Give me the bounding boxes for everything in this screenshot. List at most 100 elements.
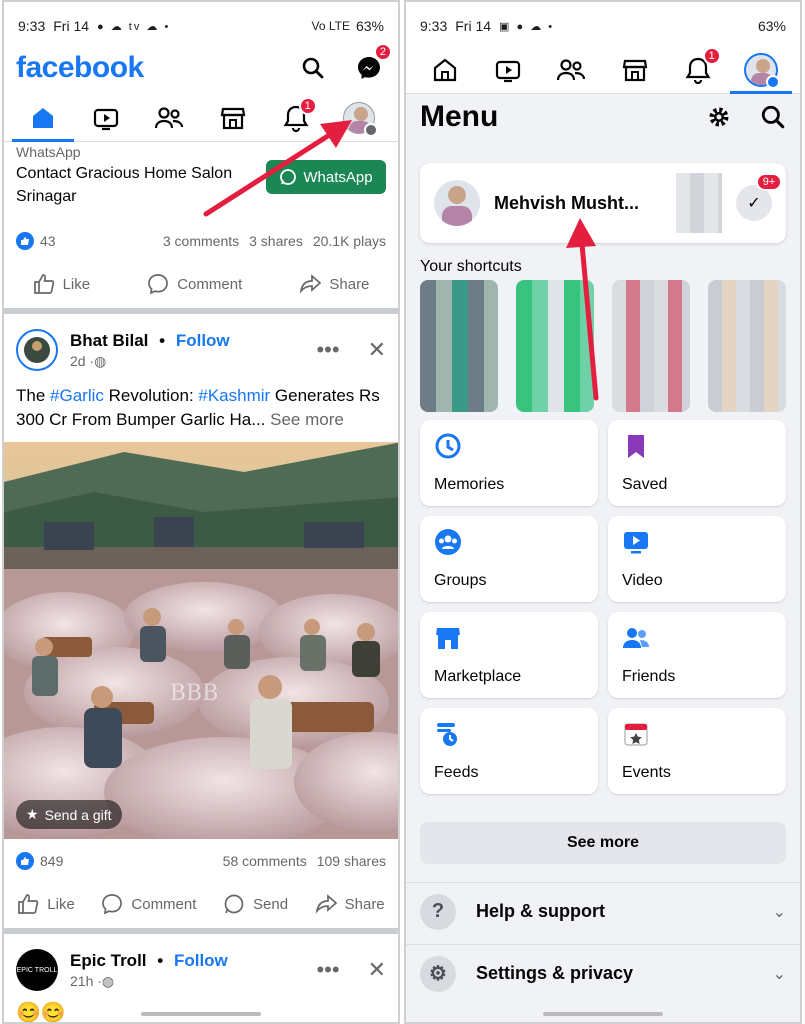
- search-icon[interactable]: [760, 104, 786, 130]
- ad-like-count[interactable]: 43: [40, 233, 56, 249]
- hashtag-kashmir[interactable]: #Kashmir: [198, 386, 270, 405]
- close-icon[interactable]: ✕: [368, 337, 386, 363]
- tab-menu[interactable]: [334, 95, 384, 141]
- status-day: Fri 14: [53, 18, 90, 34]
- post-comment-button[interactable]: Comment: [101, 893, 196, 915]
- tile-friends[interactable]: Friends: [608, 612, 786, 698]
- post-text: The #Garlic Revolution: #Kashmir Generat…: [16, 384, 386, 432]
- tile-video[interactable]: Video: [608, 516, 786, 602]
- author-avatar[interactable]: [16, 329, 58, 371]
- tab-video[interactable]: [81, 95, 131, 141]
- settings-privacy-row[interactable]: ⚙ Settings & privacy ⌄: [406, 944, 800, 1002]
- tab-marketplace[interactable]: [610, 47, 660, 93]
- help-support-label: Help & support: [476, 901, 605, 921]
- tile-label: Memories: [434, 476, 505, 493]
- tile-label: Video: [622, 572, 663, 589]
- tab-marketplace[interactable]: [208, 95, 258, 141]
- post2-author-name[interactable]: Epic Troll: [70, 951, 147, 970]
- menu-icon: [765, 74, 780, 89]
- shortcuts-row: [420, 280, 786, 412]
- see-more-link[interactable]: See more: [270, 410, 344, 429]
- follow-button[interactable]: Follow: [176, 331, 230, 350]
- profile-card[interactable]: Mehvish Musht... ✓ 9+: [420, 163, 786, 243]
- tab-notifications[interactable]: 1: [673, 46, 723, 93]
- friends-icon: [623, 628, 649, 648]
- ad-comments-count[interactable]: 3 comments: [163, 233, 239, 249]
- menu-icon: [363, 122, 378, 137]
- facebook-logo: facebook: [16, 51, 144, 84]
- tile-groups[interactable]: Groups: [420, 516, 598, 602]
- garlic-market-image: BBB: [4, 442, 398, 839]
- whatsapp-cta-button[interactable]: WhatsApp: [266, 160, 386, 194]
- tab-notifications[interactable]: 1: [271, 95, 321, 141]
- send-gift-button[interactable]: ★ Send a gift: [16, 800, 122, 829]
- tab-menu[interactable]: [729, 47, 792, 94]
- messenger-button[interactable]: 2: [352, 43, 392, 85]
- page-title: Menu: [420, 100, 499, 133]
- gift-icon: ★: [26, 806, 39, 822]
- tile-feeds[interactable]: Feeds: [420, 708, 598, 794]
- photo-watermark: BBB: [170, 681, 219, 706]
- gear-icon[interactable]: [706, 104, 732, 130]
- more-options-icon[interactable]: •••: [316, 337, 339, 363]
- switch-profile-button[interactable]: ✓ 9+: [736, 173, 782, 221]
- close-icon[interactable]: ✕: [368, 957, 386, 983]
- post-photo[interactable]: BBB ★ Send a gift: [4, 442, 398, 839]
- post2-time[interactable]: 21h: [70, 973, 93, 989]
- feeds-icon: [437, 723, 457, 746]
- whatsapp-send-icon: [224, 894, 244, 914]
- top-header: facebook 2: [16, 43, 392, 88]
- post-comments-count[interactable]: 58 comments: [223, 853, 307, 869]
- globe-icon: ·◍: [89, 352, 107, 369]
- tile-label: Feeds: [434, 764, 479, 781]
- tile-events[interactable]: Events: [608, 708, 786, 794]
- more-options-icon[interactable]: •••: [316, 957, 339, 983]
- post-comment-label: Comment: [131, 895, 197, 913]
- tab-home[interactable]: [12, 95, 74, 142]
- tile-memories[interactable]: Memories: [420, 420, 598, 506]
- see-more-button[interactable]: See more: [420, 822, 786, 864]
- ad-stats: 43 3 comments 3 shares 20.1K plays: [16, 230, 386, 252]
- shortcut-item[interactable]: [420, 280, 498, 412]
- shortcut-item[interactable]: [708, 280, 786, 412]
- comment-label: Comment: [177, 275, 243, 293]
- hashtag-garlic[interactable]: #Garlic: [50, 386, 104, 405]
- comment-button[interactable]: Comment: [147, 273, 242, 295]
- tile-label: Events: [622, 764, 671, 781]
- marketplace-icon: [220, 107, 245, 129]
- video-icon: [94, 108, 119, 130]
- home-indicator: [141, 1012, 261, 1016]
- post2-follow-button[interactable]: Follow: [174, 951, 228, 970]
- marketplace-icon: [436, 628, 460, 649]
- post-share-button[interactable]: Share: [315, 893, 385, 915]
- share-button[interactable]: Share: [299, 273, 369, 295]
- tab-friends[interactable]: [546, 47, 596, 93]
- thumbs-up-icon: [33, 274, 54, 294]
- profile-card-avatar: [434, 180, 480, 226]
- search-icon: [302, 57, 324, 79]
- post-time[interactable]: 2d: [70, 353, 86, 369]
- screenshot-comparison: 9:33 Fri 14 ● ☁ tv ☁ • Vo LTE 63% facebo…: [0, 0, 805, 1024]
- post-author-name[interactable]: Bhat Bilal: [70, 331, 148, 350]
- globe-icon: ·◍: [97, 972, 115, 989]
- post-like-button[interactable]: Like: [17, 893, 75, 915]
- tab-video[interactable]: [483, 47, 533, 93]
- tab-home[interactable]: [420, 47, 470, 93]
- search-button[interactable]: [296, 51, 330, 85]
- post2-author-avatar[interactable]: EPIC TROLL: [16, 949, 58, 991]
- post-like-count[interactable]: 849: [40, 853, 63, 869]
- profile-badge: 9+: [756, 173, 782, 191]
- post-shares-count[interactable]: 109 shares: [317, 853, 386, 869]
- tab-friends[interactable]: [144, 95, 194, 141]
- post-send-button[interactable]: Send: [223, 893, 288, 915]
- tile-saved[interactable]: Saved: [608, 420, 786, 506]
- like-button[interactable]: Like: [33, 273, 90, 295]
- send-gift-label: Send a gift: [44, 806, 112, 823]
- ad-shares-count[interactable]: 3 shares: [249, 233, 303, 249]
- right-phone-menu: 9:33 Fri 14 ▣ ● ☁ • 63% 1 Menu Mehvish M…: [404, 0, 802, 1024]
- help-support-row[interactable]: ? Help & support ⌄: [406, 882, 800, 940]
- shortcut-item[interactable]: [612, 280, 690, 412]
- shortcut-item[interactable]: [516, 280, 594, 412]
- post-text-middle: Revolution:: [103, 386, 199, 405]
- tile-marketplace[interactable]: Marketplace: [420, 612, 598, 698]
